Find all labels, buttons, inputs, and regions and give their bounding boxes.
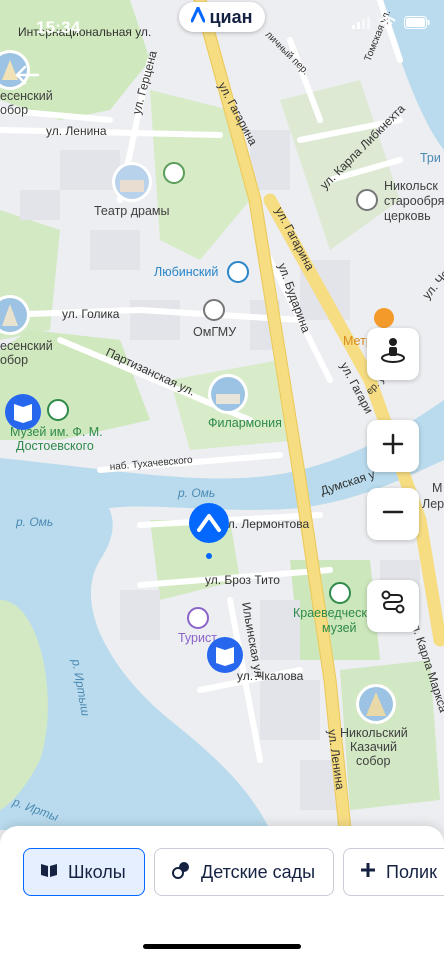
museum-icon: [329, 582, 351, 604]
category-chip-schools[interactable]: Школы: [23, 848, 145, 896]
poi-label: Любинский: [154, 265, 218, 279]
category-label: Полик: [386, 861, 437, 882]
status-time: 15:34: [36, 18, 81, 37]
street-label: ул. Броз Тито: [205, 573, 280, 587]
street-label: ул. Лермонтова: [222, 517, 309, 531]
shopping-bag-icon: [227, 261, 249, 283]
poi-label: обор: [0, 103, 28, 117]
route-button[interactable]: [367, 580, 419, 632]
book-icon: [40, 862, 58, 883]
street-label: ул. Чкалова: [237, 669, 304, 683]
metro-icon: [374, 308, 394, 328]
poi-label: церковь: [384, 209, 431, 223]
street-label: ул. Ленина: [46, 124, 107, 138]
kazachii-sobor-photo-icon: [356, 684, 396, 724]
arrow-left-icon: [14, 65, 40, 90]
poi-label: обор: [0, 353, 28, 367]
hotel-bed-icon: [187, 607, 209, 629]
poi-label: Краеведческ: [293, 606, 367, 620]
poi-label: Никольск: [384, 179, 438, 193]
category-chip-kindergartens[interactable]: Детские сады: [154, 848, 334, 896]
poi-label: собор: [356, 754, 390, 768]
museum-icon: [47, 399, 69, 421]
signal-icon: [352, 16, 370, 34]
category-label: Детские сады: [201, 861, 316, 882]
brand-name: циан: [209, 6, 253, 27]
poi-label: М: [432, 481, 442, 495]
poi-label: Филармония: [208, 416, 282, 430]
poi-label: Никольский: [340, 726, 408, 740]
theatre-mask-icon: [163, 162, 185, 184]
street-label: ул. Голика: [62, 307, 120, 321]
poi-label: Турист: [178, 631, 217, 645]
poi-label: ОмГМУ: [193, 325, 236, 339]
street-view-button[interactable]: [367, 328, 419, 380]
back-button[interactable]: [10, 60, 44, 94]
poi-label: музей: [322, 621, 357, 635]
home-indicator: [143, 944, 301, 949]
poi-label: Казачий: [350, 740, 397, 754]
poi-label: Три: [420, 151, 441, 165]
category-panel: Школы Детские сады Полик: [0, 826, 444, 960]
street-view-person-icon: [379, 336, 407, 372]
brand-pill: циан: [179, 2, 265, 32]
river-label: р. Омь: [177, 486, 215, 500]
plus-icon: [360, 862, 376, 883]
plus-icon: [382, 429, 404, 463]
philharmonia-photo-icon: [208, 374, 248, 414]
battery-icon: [404, 16, 430, 34]
cross-church-icon: [356, 189, 378, 211]
route-icon: [380, 589, 406, 623]
map-canvas[interactable]: Интернациональная ул. ул. Герцена ул. Ле…: [0, 0, 444, 960]
poi-label: есенский: [0, 339, 53, 353]
university-icon: [203, 299, 225, 321]
category-label: Школы: [68, 861, 126, 882]
toy-icon: [171, 860, 191, 885]
school-marker[interactable]: [207, 637, 243, 673]
zoom-in-button[interactable]: [367, 420, 419, 472]
zoom-out-button[interactable]: [367, 488, 419, 540]
poi-label: Лер: [422, 497, 444, 511]
minus-icon: [382, 497, 404, 531]
school-marker[interactable]: [5, 394, 41, 430]
theatre-photo-icon: [112, 162, 152, 202]
wifi-icon: [378, 16, 396, 34]
poi-label: старообря: [384, 194, 444, 208]
river-label: р. Омь: [15, 515, 53, 529]
poi-label: Театр драмы: [94, 204, 170, 218]
cian-logo-icon: [190, 6, 206, 28]
status-icons: [352, 16, 430, 34]
category-chip-clinics[interactable]: Полик: [343, 848, 444, 896]
poi-label: Достоевского: [16, 439, 94, 453]
